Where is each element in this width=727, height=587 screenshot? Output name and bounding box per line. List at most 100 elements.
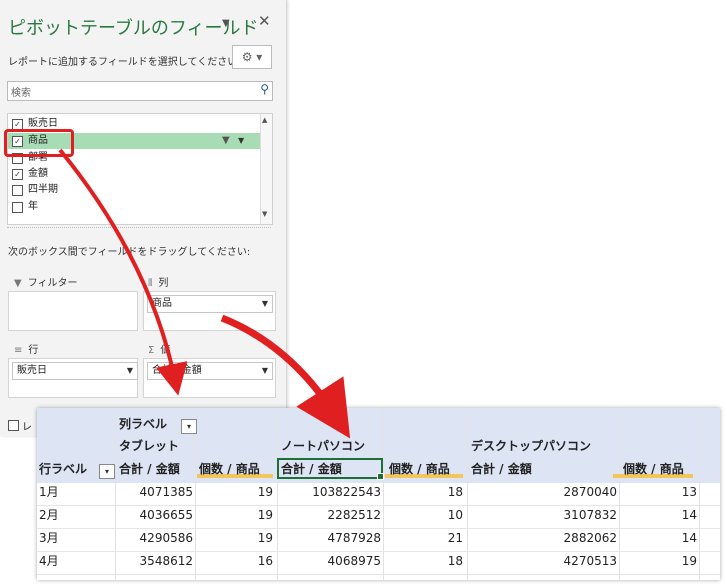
gear-icon[interactable]: ⚙ ▾ [232, 45, 272, 69]
value-cell[interactable]: 14 [621, 506, 697, 524]
value-cell[interactable]: 19 [197, 483, 273, 501]
close-icon[interactable]: ✕ [258, 12, 271, 30]
measure-header[interactable]: 個数 / 商品 [199, 460, 260, 478]
drag-hint: 次のボックス間でフィールドをドラッグしてください: [8, 247, 251, 258]
field-label: 四半期 [28, 184, 58, 195]
value-cell[interactable]: 2870040 [469, 483, 617, 501]
measure-header[interactable]: 合計 / 金額 [471, 460, 532, 478]
measure-header[interactable]: 個数 / 商品 [623, 460, 684, 478]
columns-area-label: ⦀ 列 [148, 274, 168, 289]
filter-area[interactable] [8, 291, 138, 331]
rows-chip[interactable]: 販売日 ▼ [12, 362, 138, 380]
grid-line [619, 408, 620, 580]
value-cell[interactable]: 19 [621, 552, 697, 570]
field-item-year[interactable]: 年 [8, 199, 260, 215]
field-checkbox[interactable] [12, 185, 23, 196]
chevron-down-icon[interactable]: ▼ [238, 133, 244, 149]
value-cell[interactable]: 13 [621, 483, 697, 501]
columns-chip[interactable]: 商品 ▼ [147, 295, 273, 313]
grid-line [277, 408, 278, 580]
value-cell[interactable]: 2282512 [279, 506, 381, 524]
rows-area-label: ≡ 行 [14, 341, 38, 356]
value-cell[interactable]: 21 [385, 529, 463, 547]
value-cell[interactable]: 14 [621, 529, 697, 547]
field-item-amount[interactable]: ✓ 金額 [8, 166, 260, 182]
field-checkbox[interactable]: ✓ [12, 169, 23, 180]
pivot-table-sheet: 列ラベル ▾ タブレット ノートパソコン デスクトップパソコン 行ラベル ▾ 合… [37, 408, 720, 580]
sigma-icon: Σ [148, 345, 155, 356]
row-labels-header: 行ラベル [39, 462, 88, 476]
row-label[interactable]: 3月 [39, 529, 59, 547]
value-cell[interactable]: 10 [385, 506, 463, 524]
selected-cell[interactable] [277, 458, 384, 480]
fill-handle[interactable] [377, 473, 384, 480]
value-cell[interactable]: 2882062 [469, 529, 617, 547]
value-cell[interactable]: 4270513 [469, 552, 617, 570]
values-chip[interactable]: 合計 / 金額 ▼ [147, 362, 273, 380]
field-checkbox[interactable] [12, 202, 23, 213]
value-cell[interactable]: 18 [385, 483, 463, 501]
chip-label: 商品 [152, 298, 172, 309]
row-label[interactable]: 1月 [39, 483, 59, 501]
search-icon[interactable]: ⚲ [260, 82, 269, 96]
group-header-laptop: ノートパソコン [281, 439, 366, 453]
field-label: 年 [28, 201, 38, 212]
grid-line [37, 574, 720, 575]
column-filter-button[interactable]: ▾ [181, 419, 197, 434]
values-area-text: 値 [160, 345, 171, 356]
value-cell[interactable]: 4068975 [279, 552, 381, 570]
chevron-down-icon[interactable]: ▼ [262, 363, 268, 379]
values-area[interactable]: 合計 / 金額 ▼ [143, 358, 276, 398]
field-list-scrollbar[interactable]: ▲ ▼ [260, 114, 272, 224]
row-label[interactable]: 4月 [39, 552, 59, 570]
row-filter-button[interactable]: ▾ [99, 464, 115, 479]
value-cell[interactable]: 4290586 [117, 529, 193, 547]
measure-header[interactable]: 合計 / 金額 [119, 460, 180, 478]
value-cell[interactable]: 3548612 [117, 552, 193, 570]
columns-area-text: 列 [158, 278, 169, 289]
annotation-highlight-box [4, 129, 74, 157]
filter-area-label: ▼ フィルター [14, 274, 78, 289]
pane-subtitle: レポートに追加するフィールドを選択してください: [8, 57, 241, 68]
measure-header[interactable]: 個数 / 商品 [389, 460, 450, 478]
field-label: 金額 [28, 168, 48, 179]
value-cell[interactable]: 3107832 [469, 506, 617, 524]
field-item-quarter[interactable]: 四半期 [8, 182, 260, 198]
search-placeholder: 検索 [11, 88, 31, 99]
chevron-down-icon[interactable]: ▼ [262, 296, 268, 312]
grid-line [115, 408, 116, 580]
scroll-up-icon[interactable]: ▲ [262, 116, 267, 124]
chevron-down-icon[interactable]: ▼ [222, 18, 230, 29]
value-cell[interactable]: 4036655 [117, 506, 193, 524]
rows-icon: ≡ [14, 345, 23, 356]
grid-line [383, 408, 384, 580]
value-cell[interactable]: 4787928 [279, 529, 381, 547]
chip-label: 販売日 [17, 365, 47, 376]
row-label[interactable]: 2月 [39, 506, 59, 524]
column-labels-header: 列ラベル [119, 417, 168, 431]
group-header-desktop: デスクトップパソコン [471, 439, 592, 453]
value-cell[interactable]: 16 [197, 552, 273, 570]
defer-update-label: レ [22, 422, 32, 433]
pivot-field-pane: ピボットテーブルのフィールド ▼ ✕ レポートに追加するフィールドを選択してくだ… [0, 0, 287, 436]
chevron-down-icon[interactable]: ▼ [127, 363, 133, 379]
grid-line [467, 408, 468, 580]
group-header-tablet: タブレット [119, 439, 180, 453]
grid-line [699, 408, 700, 580]
columns-icon: ⦀ [148, 278, 153, 289]
filter-icon: ▼ [14, 278, 22, 289]
value-cell[interactable]: 19 [197, 506, 273, 524]
rows-area[interactable]: 販売日 ▼ [8, 358, 138, 398]
funnel-icon[interactable]: ▼ [222, 133, 230, 149]
value-cell[interactable]: 19 [197, 529, 273, 547]
value-cell[interactable]: 103822543 [279, 483, 381, 501]
rows-area-text: 行 [28, 345, 39, 356]
columns-area[interactable]: 商品 ▼ [143, 291, 276, 331]
pane-title: ピボットテーブルのフィールド [8, 18, 259, 39]
value-cell[interactable]: 18 [385, 552, 463, 570]
value-cell[interactable]: 4071385 [117, 483, 193, 501]
defer-update-checkbox[interactable] [8, 420, 19, 431]
scroll-down-icon[interactable]: ▼ [262, 210, 267, 218]
chip-label: 合計 / 金額 [152, 365, 202, 376]
search-input[interactable]: 検索 ⚲ [7, 81, 273, 101]
